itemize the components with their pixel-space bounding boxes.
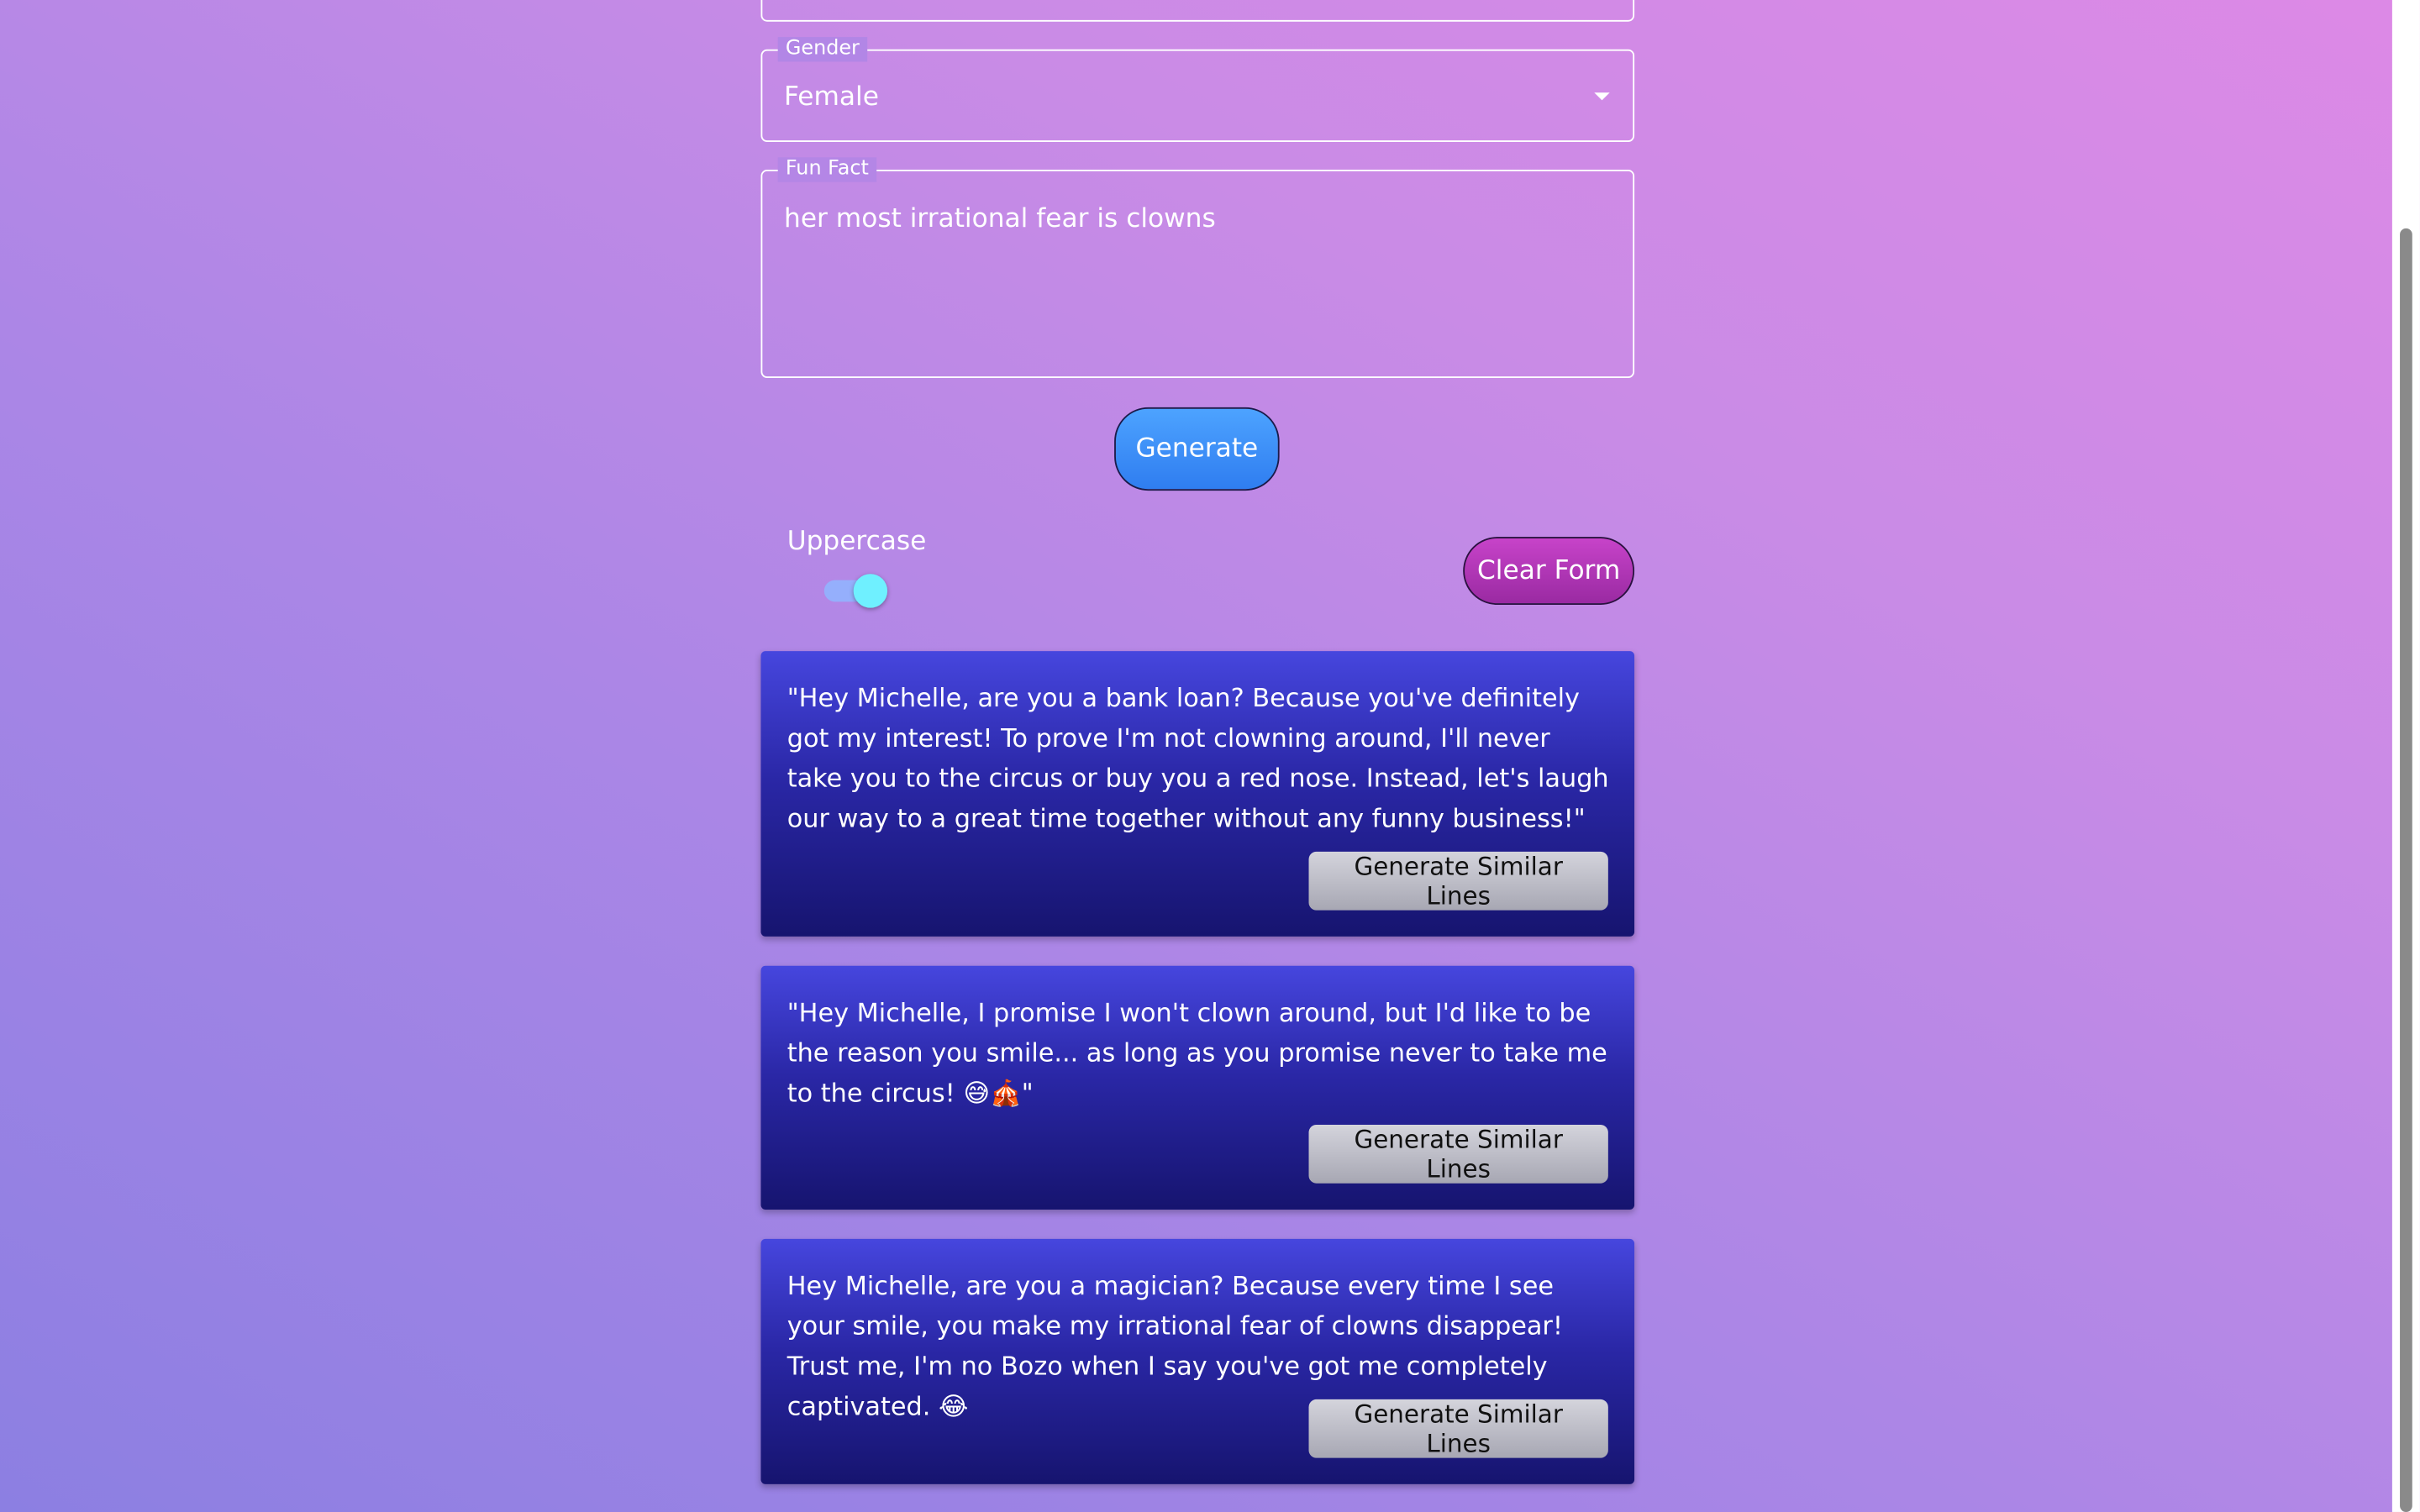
generate-similar-lines-button[interactable]: Generate Similar Lines [1308,1124,1608,1184]
page: Gender Female Fun Fact her most irration… [0,0,2420,1512]
scrollbar-thumb[interactable] [2400,228,2412,1512]
generate-button[interactable]: Generate [1114,407,1280,491]
gender-select[interactable]: Gender Female [760,37,1635,142]
result-card: Hey Michelle, are you a magician? Becaus… [760,1238,1635,1484]
fun-fact-label: Fun Fact [777,157,877,182]
fun-fact-value: her most irrational fear is clowns [784,203,1216,235]
result-card: "Hey Michelle, are you a bank loan? Beca… [760,651,1635,937]
result-line-text: "Hey Michelle, I promise I won't clown a… [786,998,1607,1108]
generate-similar-lines-button[interactable]: Generate Similar Lines [1308,851,1608,911]
gender-label: Gender [777,37,868,62]
chevron-down-icon[interactable] [1594,92,1610,101]
clear-form-button[interactable]: Clear Form [1463,537,1635,605]
toggle-knob[interactable] [853,574,888,608]
generate-similar-lines-button[interactable]: Generate Similar Lines [1308,1399,1608,1458]
gender-value: Female [784,81,879,113]
result-card: "Hey Michelle, I promise I won't clown a… [760,965,1635,1210]
previous-field[interactable] [760,0,1635,22]
result-line-text: "Hey Michelle, are you a bank loan? Beca… [786,683,1609,833]
fun-fact-textarea[interactable]: Fun Fact her most irrational fear is clo… [760,157,1635,378]
uppercase-label: Uppercase [786,526,927,558]
